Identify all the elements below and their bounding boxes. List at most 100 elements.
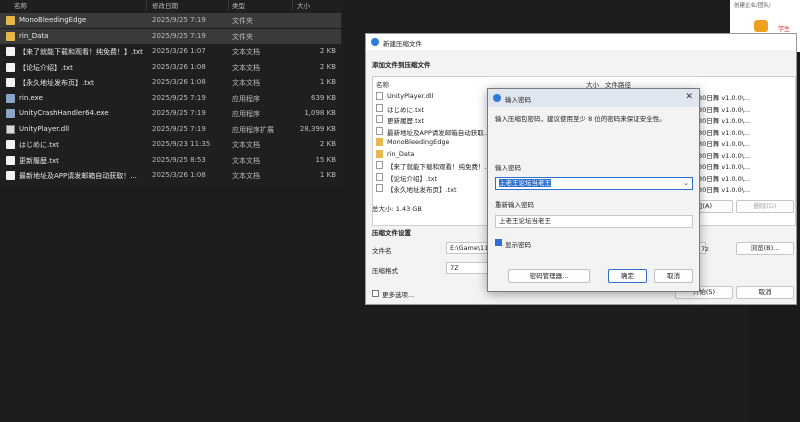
column-header-type[interactable]: 类型 — [232, 0, 245, 10]
file-size: 639 KB — [311, 93, 336, 102]
file-icon — [376, 92, 383, 100]
list-item[interactable]: 【永久地址发布页】.txt — [376, 182, 494, 194]
file-icon — [376, 172, 383, 181]
browse-button[interactable]: 浏览(B)... — [736, 242, 794, 255]
file-type: 文本文档 — [232, 63, 260, 72]
file-row[interactable]: 最新地址及APP请发邮箱自动获取！... 2025/3/26 1:08 文本文档 1 … — [0, 168, 341, 183]
list-item-path: 30日舞 v1.0.0\... — [698, 94, 751, 102]
show-password-label[interactable]: 显示密码 — [505, 239, 531, 249]
text-file-icon — [6, 140, 15, 149]
format-label: 压缩格式 — [372, 267, 398, 275]
folder-icon — [6, 16, 15, 25]
file-row[interactable]: 【来了就能下载和观看！纯免费！】.txt 2025/3/26 1:07 文本文档 2 … — [0, 44, 341, 59]
file-row[interactable]: rin_Data 2025/9/25 7:19 文件夹 — [0, 28, 341, 44]
column-header-name[interactable]: 名称 — [14, 0, 27, 10]
list-item[interactable]: 【论坛介绍】.txt — [376, 171, 494, 183]
dialog-titlebar[interactable]: 新建压缩文件 — [366, 34, 796, 50]
list-item[interactable]: UnityPlayer.dll — [376, 90, 494, 101]
text-file-icon — [6, 171, 15, 180]
file-row[interactable]: 【论坛介绍】.txt 2025/3/26 1:08 文本文档 2 KB — [0, 60, 341, 75]
list-item[interactable]: rin_Data — [376, 148, 494, 159]
more-options-label[interactable]: 更多选项... — [382, 289, 414, 299]
side-panel-text: 创建企业/团队/ — [734, 3, 771, 9]
list-item-path: 30日舞 v1.0.0\... — [698, 174, 751, 183]
file-date: 2025/9/23 11:35 — [152, 140, 211, 148]
app-icon[interactable] — [754, 20, 768, 32]
text-file-icon — [6, 78, 15, 87]
file-icon — [376, 184, 383, 192]
show-password-checkbox[interactable] — [495, 239, 502, 246]
text-file-icon — [6, 47, 15, 56]
reenter-password-input[interactable]: 上老王论坛当老王 — [495, 215, 693, 228]
file-name: rin.exe — [19, 93, 43, 102]
file-type: 文本文档 — [232, 141, 260, 149]
dll-icon — [6, 124, 15, 134]
file-date: 2025/9/25 7:19 — [152, 109, 206, 117]
text-file-icon — [6, 155, 15, 165]
password-input[interactable]: 上老王论坛当老王 ⌄ — [495, 177, 693, 190]
delete-button[interactable]: 删除(D) — [736, 200, 794, 213]
file-name: 【论坛介绍】.txt — [19, 63, 73, 72]
ok-button[interactable]: 确定 — [608, 269, 647, 283]
file-size: 2 KB — [319, 62, 336, 71]
file-type: 文件夹 — [232, 17, 253, 25]
reenter-password-label: 重新输入密码 — [495, 201, 534, 209]
list-item-path: 30日舞 v1.0.0\... — [698, 128, 751, 137]
filename-extension: 7z — [701, 245, 709, 253]
file-size: 2 KB — [319, 140, 336, 148]
enter-password-label: 输入密码 — [495, 164, 521, 172]
column-divider[interactable] — [292, 0, 293, 10]
folder-icon — [376, 138, 383, 146]
chevron-down-icon[interactable]: ⌄ — [683, 178, 689, 189]
list-header-name[interactable]: 名称 — [376, 79, 389, 89]
file-row[interactable]: rin.exe 2025/9/25 7:19 应用程序 639 KB — [0, 91, 341, 106]
password-cancel-button[interactable]: 取消 — [654, 269, 693, 283]
password-dialog-titlebar[interactable]: 输入密码 ✕ — [488, 89, 699, 107]
list-item[interactable]: はじめに.txt — [376, 102, 494, 114]
list-item-path: 30日舞 v1.0.0\... — [698, 151, 751, 160]
list-item[interactable]: 【来了就能下载和观看！纯免费！... — [376, 159, 494, 171]
list-item-name: 【论坛介绍】.txt — [387, 174, 438, 183]
list-item-name: 更新履歴.txt — [387, 117, 425, 125]
folder-icon — [6, 31, 15, 41]
filename-label: 文件名 — [372, 247, 392, 255]
file-name: 【永久地址发布页】.txt — [19, 79, 94, 87]
password-instruction: 输入压缩包密码，建议使用至少 8 位的密码来保证安全性。 — [495, 115, 666, 123]
column-divider[interactable] — [228, 0, 229, 10]
file-date: 2025/9/25 7:19 — [152, 124, 206, 133]
more-options-checkbox[interactable] — [372, 290, 379, 297]
column-divider[interactable] — [146, 0, 147, 10]
list-item-name: 最新地址及APP请发邮箱自动获取... — [387, 128, 490, 137]
file-row[interactable]: はじめに.txt 2025/9/23 11:35 文本文档 2 KB — [0, 137, 341, 152]
list-item[interactable]: MonoBleedingEdge — [376, 136, 494, 147]
password-manager-button[interactable]: 密码管理器... — [508, 269, 590, 283]
file-size: 1 KB — [319, 78, 336, 86]
settings-section-title: 压缩文件设置 — [372, 229, 411, 237]
file-size: 1,098 KB — [304, 109, 336, 117]
list-item-path: 30日舞 v1.0.0\... — [698, 105, 751, 114]
file-row[interactable]: UnityCrashHandler64.exe 2025/9/25 7:19 应用程… — [0, 106, 341, 121]
list-item-name: MonoBleedingEdge — [387, 138, 450, 146]
column-header-date[interactable]: 修改日期 — [152, 0, 178, 10]
file-date: 2025/9/25 7:19 — [152, 93, 206, 102]
list-item[interactable]: 最新地址及APP请发邮箱自动获取... — [376, 125, 494, 137]
list-item-name: 【来了就能下载和观看！纯免费！... — [387, 163, 491, 171]
file-name: UnityCrashHandler64.exe — [19, 109, 109, 117]
file-icon — [376, 161, 383, 169]
file-date: 2025/3/26 1:08 — [152, 78, 206, 86]
close-icon[interactable]: ✕ — [685, 92, 693, 102]
list-item-name: 【永久地址发布页】.txt — [387, 186, 457, 194]
list-item-name: rin_Data — [387, 149, 415, 158]
file-icon — [376, 126, 383, 135]
list-item[interactable]: 更新履歴.txt — [376, 113, 494, 125]
file-row[interactable]: 更新履歴.txt 2025/9/25 8:53 文本文档 15 KB — [0, 153, 341, 168]
file-type: 文件夹 — [232, 32, 253, 41]
side-panel-badge[interactable]: 学生 — [778, 24, 790, 33]
password-input-value: 上老王论坛当老王 — [499, 179, 551, 187]
file-row[interactable]: MonoBleedingEdge 2025/9/25 7:19 文件夹 — [0, 13, 341, 28]
dialog-title: 新建压缩文件 — [383, 40, 422, 48]
column-header-size[interactable]: 大小 — [297, 0, 310, 10]
cancel-button[interactable]: 取消 — [736, 286, 794, 299]
file-row[interactable]: UnityPlayer.dll 2025/9/25 7:19 应用程序扩展 28,39… — [0, 122, 341, 137]
file-row[interactable]: 【永久地址发布页】.txt 2025/3/26 1:08 文本文档 1 KB — [0, 75, 341, 90]
